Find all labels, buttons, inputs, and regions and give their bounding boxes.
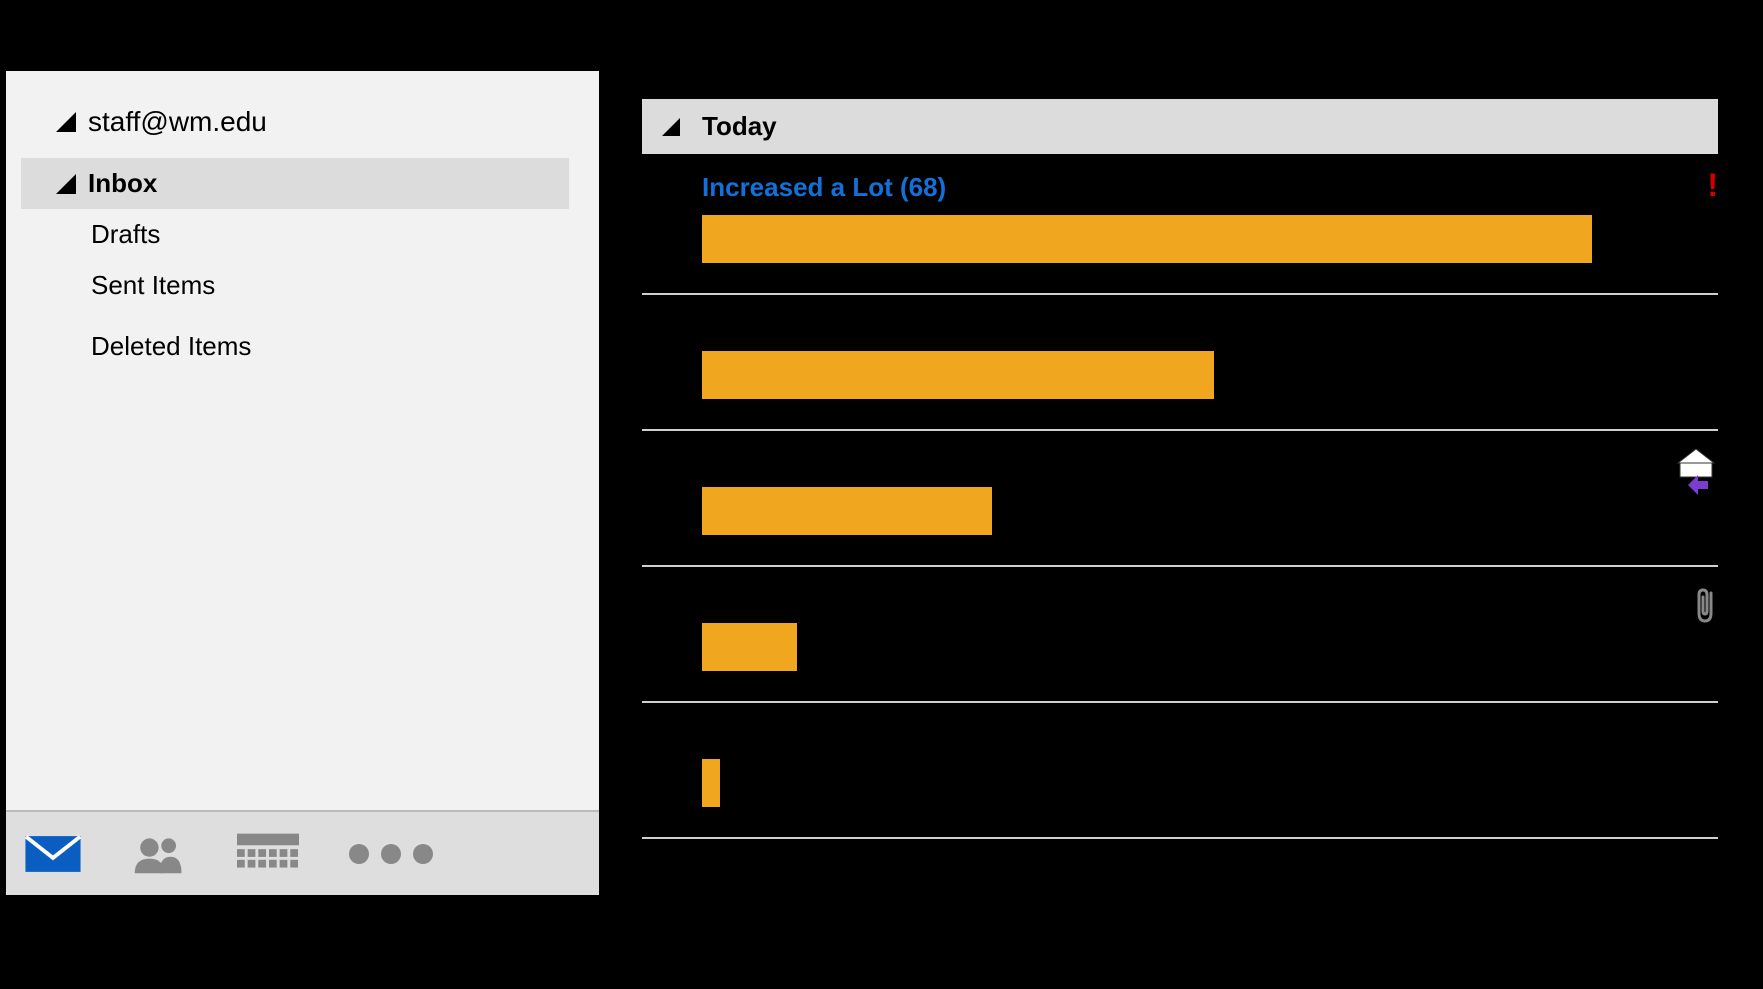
- message-row[interactable]: [642, 323, 1718, 431]
- mail-nav-icon[interactable]: [24, 833, 82, 875]
- collapse-triangle-icon: [56, 174, 76, 194]
- folder-sidebar: staff@wm.edu Inbox Drafts Sent Items Del…: [6, 71, 602, 895]
- folder-sent-items[interactable]: Sent Items: [6, 260, 599, 311]
- message-row[interactable]: [642, 459, 1718, 567]
- navigation-bar: [6, 810, 599, 895]
- account-email: staff@wm.edu: [88, 106, 267, 138]
- more-nav-icon[interactable]: [349, 844, 433, 864]
- dot-icon: [349, 844, 369, 864]
- bar-indicator: [702, 623, 797, 671]
- folder-label: Drafts: [91, 219, 160, 250]
- dot-icon: [413, 844, 433, 864]
- message-row[interactable]: [642, 595, 1718, 703]
- attachment-icon: [1692, 585, 1718, 630]
- account-header[interactable]: staff@wm.edu: [6, 106, 599, 138]
- folder-drafts[interactable]: Drafts: [6, 209, 599, 260]
- date-group-label: Today: [702, 111, 777, 142]
- folder-tree: staff@wm.edu Inbox Drafts Sent Items Del…: [6, 71, 599, 810]
- bar-indicator: [702, 759, 720, 807]
- category-label[interactable]: Increased a Lot (68): [702, 172, 1718, 203]
- folder-label: Sent Items: [91, 270, 215, 301]
- message-row[interactable]: [642, 731, 1718, 839]
- collapse-triangle-icon: [56, 112, 76, 132]
- calendar-nav-icon[interactable]: [237, 833, 299, 875]
- message-row[interactable]: !: [642, 215, 1718, 295]
- email-client-window: staff@wm.edu Inbox Drafts Sent Items Del…: [3, 68, 1761, 898]
- bar-indicator: [702, 215, 1592, 263]
- people-nav-icon[interactable]: [132, 833, 187, 875]
- folder-label: Deleted Items: [91, 331, 251, 362]
- bar-indicator: [702, 487, 992, 535]
- collapse-triangle-icon: [662, 118, 680, 136]
- importance-high-icon: !: [1707, 167, 1718, 204]
- message-list-panel: Today Increased a Lot (68) !: [602, 71, 1758, 895]
- folder-deleted-items[interactable]: Deleted Items: [6, 321, 599, 372]
- date-group-header[interactable]: Today: [642, 99, 1718, 154]
- bar-indicator: [702, 351, 1214, 399]
- folder-inbox[interactable]: Inbox: [21, 158, 569, 209]
- dot-icon: [381, 844, 401, 864]
- replied-icon: [1674, 447, 1718, 500]
- folder-label: Inbox: [88, 168, 157, 199]
